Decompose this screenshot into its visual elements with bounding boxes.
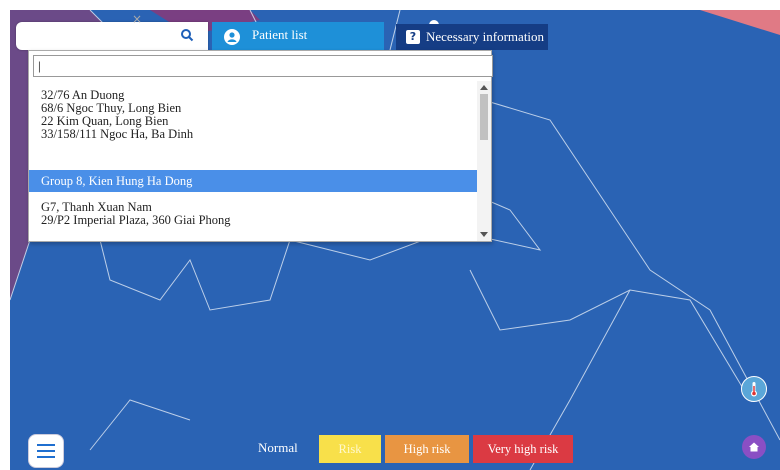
legend-very-high-risk: Very high risk	[473, 435, 573, 463]
thermometer-button[interactable]	[741, 376, 767, 402]
question-icon: ?	[406, 30, 420, 44]
necessary-information-button[interactable]: ? Necessary information	[396, 24, 548, 50]
user-icon	[224, 29, 240, 45]
dropdown-search-input[interactable]	[33, 55, 493, 77]
search-box[interactable]	[16, 22, 208, 50]
scrollbar-thumb[interactable]	[480, 94, 488, 140]
patient-list-label: Patient list	[252, 27, 308, 42]
legend-risk: Risk	[319, 435, 381, 463]
home-icon	[742, 442, 766, 463]
home-button[interactable]	[742, 435, 766, 459]
district-pink	[700, 10, 780, 35]
scroll-down-icon[interactable]	[480, 232, 488, 237]
list-item-line: 29/P2 Imperial Plaza, 360 Giai Phong	[41, 213, 231, 227]
list-item[interactable]: G7, Thanh Xuan Nam 29/P2 Imperial Plaza,…	[29, 201, 477, 227]
menu-button[interactable]	[28, 434, 64, 468]
search-icon[interactable]	[180, 28, 194, 42]
search-input[interactable]	[26, 26, 180, 46]
thermometer-icon	[742, 382, 766, 405]
list-item-line: 33/158/111 Ngoc Ha, Ba Dinh	[41, 127, 194, 141]
address-dropdown[interactable]: 32/76 An Duong 68/6 Ngoc Thuy, Long Bien…	[28, 50, 493, 242]
scroll-up-icon[interactable]	[480, 85, 488, 90]
list-item-selected[interactable]: Group 8, Kien Hung Ha Dong	[29, 170, 477, 192]
legend-normal: Normal	[258, 440, 298, 455]
patient-list-button[interactable]: Patient list	[212, 22, 384, 50]
dropdown-scrollbar[interactable]	[477, 81, 491, 241]
dropdown-list[interactable]: 32/76 An Duong 68/6 Ngoc Thuy, Long Bien…	[29, 81, 477, 241]
list-item-line: Group 8, Kien Hung Ha Dong	[41, 174, 193, 188]
legend-high-risk: High risk	[385, 435, 469, 463]
clear-icon[interactable]: ×	[132, 12, 142, 26]
necessary-information-label: Necessary information	[426, 29, 545, 44]
list-item[interactable]: 32/76 An Duong 68/6 Ngoc Thuy, Long Bien…	[29, 89, 477, 141]
